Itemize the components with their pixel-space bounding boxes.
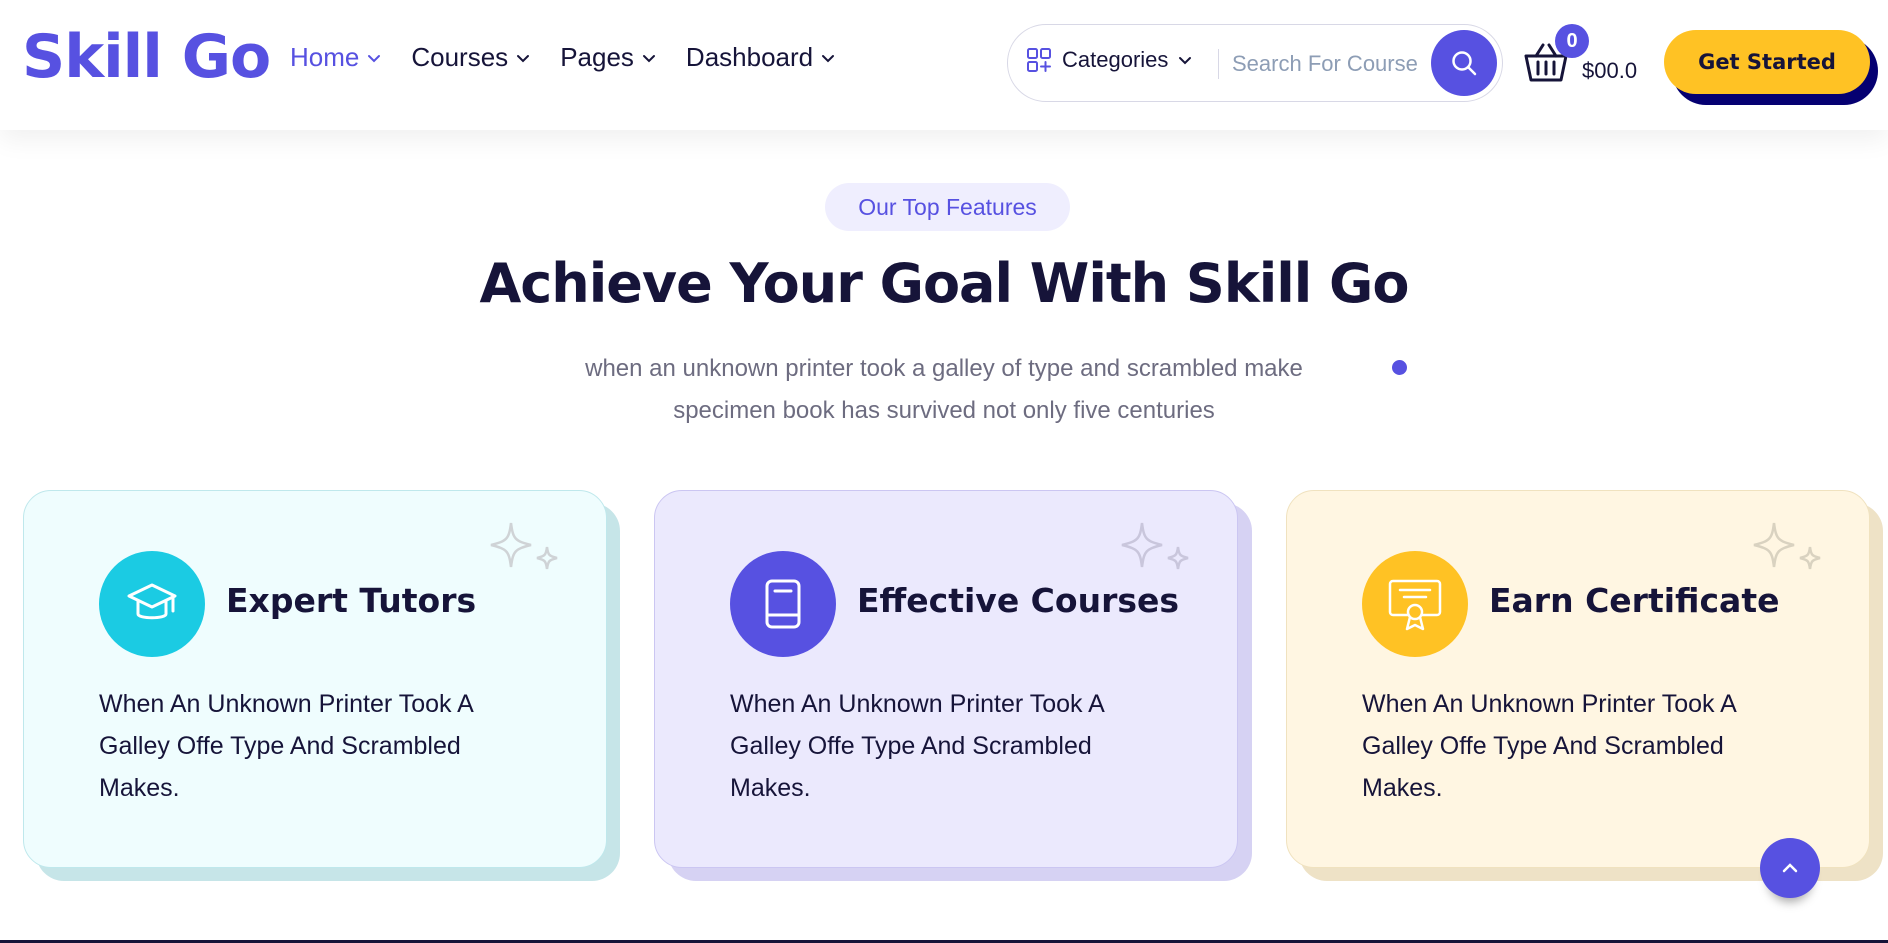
chevron-down-icon [642,54,655,62]
feature-card-effective-courses[interactable]: Effective Courses When An Unknown Printe… [654,490,1238,868]
nav-item-courses[interactable]: Courses [411,42,530,73]
chevron-up-icon [1782,863,1798,873]
book-icon [765,579,801,629]
chevron-down-icon [1179,57,1192,65]
sparkle-icon [1753,522,1821,570]
section-badge: Our Top Features [825,183,1070,231]
feature-card-earn-certificate[interactable]: Earn Certificate When An Unknown Printer… [1286,490,1870,868]
feature-description: When An Unknown Printer Took A Galley Of… [1362,690,1736,802]
feature-description: When An Unknown Printer Took A Galley Of… [99,690,473,802]
chevron-down-icon [822,54,835,62]
cart-total: $00.0 [1582,58,1638,83]
nav-item-dashboard[interactable]: Dashboard [686,42,835,73]
categories-label: Categories [1062,47,1169,72]
feature-title: Effective Courses [857,581,1180,620]
icon-badge [730,551,836,657]
nav-item-label: Pages [560,42,634,72]
certificate-icon [1388,579,1442,631]
search-bar: Categories [1007,24,1503,102]
nav-item-home[interactable]: Home [290,42,381,73]
site-header: Skill Go Home Courses Pages Dashboard Ca… [0,0,1888,130]
nav-item-label: Dashboard [685,42,814,72]
feature-card-expert-tutors[interactable]: Expert Tutors When An Unknown Printer To… [23,490,607,868]
site-logo[interactable]: Skill Go [22,22,271,92]
chevron-down-icon [517,54,530,62]
sparkle-icon [1121,522,1189,570]
feature-description: When An Unknown Printer Took A Galley Of… [730,690,1104,802]
section-title: Achieve Your Goal With Skill Go [479,252,1410,315]
subtitle-line: when an unknown printer took a galley of… [585,355,1303,382]
search-input[interactable] [1230,43,1444,85]
get-started-button[interactable]: Get Started [1664,30,1870,94]
nav-item-label: Home [290,42,360,72]
nav-item-pages[interactable]: Pages [560,42,656,73]
grid-icon [1027,48,1051,72]
scroll-to-top-button[interactable] [1760,838,1820,898]
search-button[interactable] [1431,30,1497,96]
chevron-down-icon [368,54,381,62]
search-icon [1452,51,1477,76]
icon-badge [99,551,205,657]
icon-badge [1362,551,1468,657]
graduation-cap-icon [127,583,177,620]
feature-title: Earn Certificate [1489,581,1780,620]
categories-dropdown[interactable]: Categories [1026,47,1192,73]
subtitle-line: specimen book has survived not only five… [673,397,1215,424]
feature-title: Expert Tutors [226,581,477,620]
section-subtitle: when an unknown printer took a galley of… [544,348,1344,432]
nav-item-label: Courses [411,42,509,72]
decorative-dot [1392,360,1407,375]
search-divider [1218,49,1219,79]
sparkle-icon [490,522,558,570]
cart-count-badge: 0 [1555,24,1589,58]
main-nav: Home Courses Pages Dashboard [290,42,835,73]
